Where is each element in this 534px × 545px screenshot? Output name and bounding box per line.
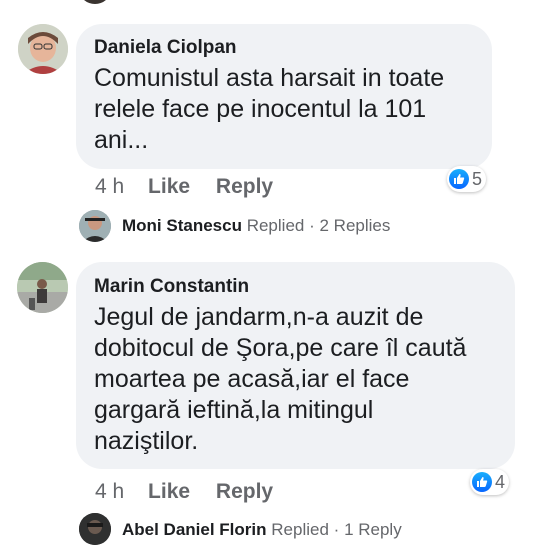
comment-timestamp[interactable]: 4 h [95, 480, 124, 503]
comment-actions: 4 h Like Reply [95, 175, 273, 199]
comment-author[interactable]: Daniela Ciolpan [94, 37, 237, 59]
replied-text: Replied [271, 520, 329, 539]
replies-link[interactable]: Abel Daniel Florin Replied · 1 Reply [122, 520, 402, 540]
comment-text-line: ani... [94, 126, 149, 154]
comment-text-line: Comunistul asta harsait in toate [94, 64, 445, 92]
comment-text: Comunistul asta harsait in toate relele … [94, 63, 444, 156]
avatar-abel[interactable] [79, 513, 111, 545]
comment-text-line: moartea pe acasă,iar el face [94, 365, 410, 393]
comment-text-line: gargară ieftină,la mitingul [94, 396, 374, 424]
replies-count[interactable]: 1 Reply [344, 520, 402, 539]
reply-author[interactable]: Moni Stanescu [122, 216, 242, 235]
comment-text-line: dobitocul de Şora,pe care îl caută [94, 334, 467, 362]
person-photo-icon [79, 210, 111, 242]
avatar-daniela[interactable] [18, 24, 68, 74]
like-reaction-icon [449, 169, 469, 189]
separator-dot: · [333, 520, 340, 539]
replied-text: Replied [246, 216, 305, 235]
comment-text: Jegul de jandarm,n-a auzit de dobitocul … [94, 302, 466, 457]
reaction-summary[interactable]: 4 [470, 469, 510, 495]
reaction-count: 4 [495, 471, 506, 492]
reaction-summary[interactable]: 5 [447, 166, 487, 192]
comment-author[interactable]: Marin Constantin [94, 276, 249, 298]
replies-link[interactable]: Moni Stanescu Replied · 2 Replies [122, 216, 390, 236]
comment-text-line: naziştilor. [94, 427, 199, 455]
comment-text-line: relele face pe inocentul la 101 [94, 95, 427, 123]
reply-button[interactable]: Reply [216, 175, 273, 198]
replies-count[interactable]: 2 Replies [320, 216, 391, 235]
like-button[interactable]: Like [148, 175, 190, 198]
reaction-count: 5 [472, 168, 483, 189]
like-button[interactable]: Like [148, 480, 190, 503]
person-photo-icon [17, 262, 68, 313]
separator-dot: · [309, 216, 315, 235]
avatar-moni[interactable] [79, 210, 111, 242]
avatar-partial[interactable] [80, 0, 110, 4]
avatar-marin[interactable] [17, 262, 68, 313]
comment-text-line: Jegul de jandarm,n-a auzit de [94, 303, 424, 331]
person-photo-icon [79, 513, 111, 545]
reply-button[interactable]: Reply [216, 480, 273, 503]
person-photo-icon [18, 24, 68, 74]
comment-timestamp[interactable]: 4 h [95, 175, 124, 198]
like-reaction-icon [472, 472, 492, 492]
comment-actions: 4 h Like Reply [95, 480, 273, 504]
reply-author[interactable]: Abel Daniel Florin [122, 520, 267, 539]
